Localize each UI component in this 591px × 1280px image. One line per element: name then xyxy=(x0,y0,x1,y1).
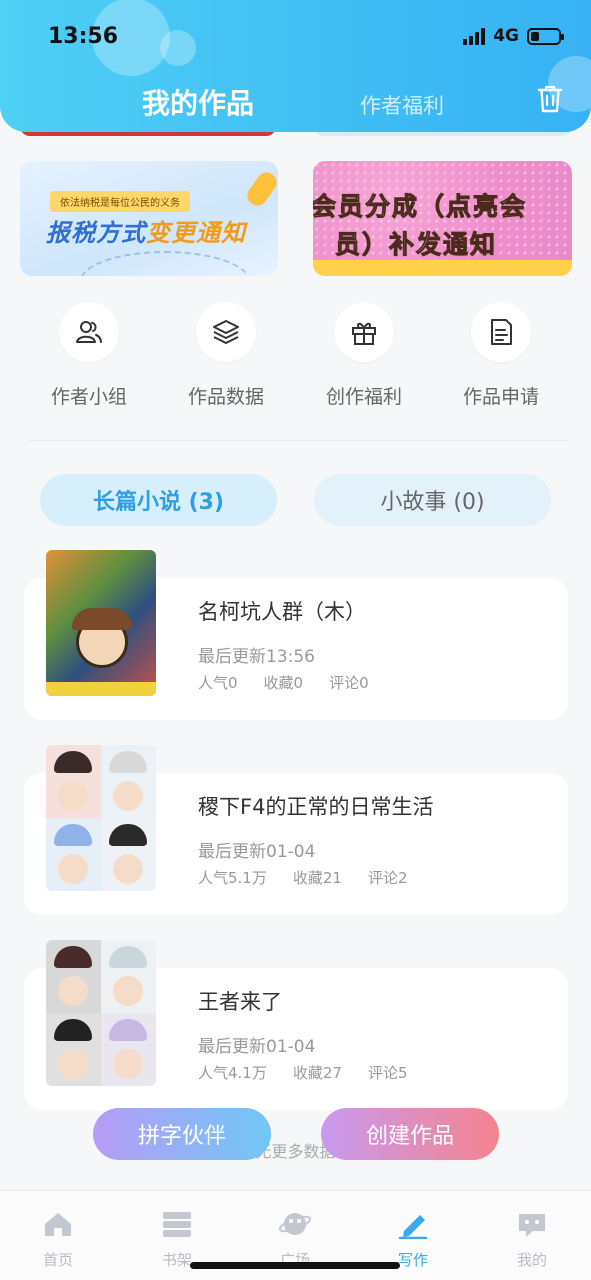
tab-write[interactable]: 写作 xyxy=(373,1209,453,1270)
quick-label: 作品申请 xyxy=(462,386,539,408)
tab-plaza[interactable]: 广场 xyxy=(255,1209,335,1270)
work-cover-image[interactable] xyxy=(46,745,156,891)
work-title: 王者来了 xyxy=(198,990,282,1014)
users-icon xyxy=(76,321,102,343)
decor-bubble xyxy=(160,30,196,66)
status-time: 13:56 xyxy=(48,24,119,49)
coin-icon xyxy=(243,168,278,210)
network-label: 4G xyxy=(493,26,519,46)
banner-tag: 依法纳税是每位公民的义务 xyxy=(50,191,190,212)
quick-works-data[interactable]: 作品数据 xyxy=(166,302,286,409)
segment-long-novel[interactable]: 长篇小说 (3) xyxy=(40,474,277,526)
planet-icon xyxy=(278,1213,312,1235)
work-update-time: 最后更新13:56 xyxy=(198,647,315,667)
work-comments: 评论5 xyxy=(367,1064,408,1082)
partner-button[interactable]: 拼字伙伴 xyxy=(93,1108,271,1160)
no-more-data-text: 无更多数据 xyxy=(255,1142,336,1161)
work-title: 名柯坑人群（木） xyxy=(198,600,366,624)
tab-label: 首页 xyxy=(42,1251,73,1269)
work-stats: 人气0 收藏0 评论0 xyxy=(198,672,395,693)
banner-line-2: 员）补发通知 xyxy=(334,230,498,260)
banner-tax-notice[interactable]: 依法纳税是每位公民的义务 报税方式变更通知 xyxy=(20,161,278,276)
banner-title: 报税方式变更通知 xyxy=(46,219,246,247)
work-stats: 人气4.1万 收藏27 评论5 xyxy=(198,1062,434,1083)
segment-short-story[interactable]: 小故事 (0) xyxy=(314,474,551,526)
divider xyxy=(28,440,568,441)
tab-label: 我的 xyxy=(516,1251,547,1269)
pen-icon xyxy=(398,1215,428,1240)
tab-home[interactable]: 首页 xyxy=(18,1209,98,1270)
work-stats: 人气5.1万 收藏21 评论2 xyxy=(198,867,434,888)
layers-icon xyxy=(213,320,239,344)
banner-line-1: 会员分成（点亮会 xyxy=(313,192,528,222)
quick-label: 创作福利 xyxy=(325,386,402,408)
app-header: 13:56 4G 我的作品 作者福利 xyxy=(0,0,591,132)
bookshelf-icon xyxy=(163,1212,191,1237)
work-favorites: 收藏21 xyxy=(292,869,342,887)
gift-icon xyxy=(352,322,376,345)
trash-icon[interactable] xyxy=(536,84,564,114)
banner-member-notice[interactable]: 会员分成（点亮会 员）补发通知 xyxy=(313,161,572,276)
work-favorites: 收藏0 xyxy=(263,674,304,692)
tab-author-benefits[interactable]: 作者福利 xyxy=(360,90,444,120)
work-comments: 评论0 xyxy=(329,674,369,692)
tab-mine[interactable]: 我的 xyxy=(492,1209,572,1270)
home-indicator xyxy=(190,1262,400,1269)
work-item[interactable]: 名柯坑人群（木） 最后更新13:56 人气0 收藏0 评论0 xyxy=(0,550,591,720)
work-cover-image[interactable] xyxy=(46,550,156,696)
tab-my-works[interactable]: 我的作品 xyxy=(142,82,254,122)
status-icons: 4G xyxy=(463,26,564,46)
work-popularity: 人气5.1万 xyxy=(198,869,267,887)
signal-icon xyxy=(463,27,486,45)
quick-works-apply[interactable]: 作品申请 xyxy=(441,302,561,409)
work-popularity: 人气4.1万 xyxy=(198,1064,267,1082)
work-item[interactable]: 稷下F4的正常的日常生活 最后更新01-04 人气5.1万 收藏21 评论2 xyxy=(0,745,591,915)
quick-label: 作品数据 xyxy=(187,386,264,408)
quick-author-group[interactable]: 作者小组 xyxy=(29,302,149,409)
quick-label: 作者小组 xyxy=(50,386,127,408)
battery-icon xyxy=(527,27,564,45)
work-title: 稷下F4的正常的日常生活 xyxy=(198,795,434,819)
work-item[interactable]: 王者来了 最后更新01-04 人气4.1万 收藏27 评论5 xyxy=(0,940,591,1110)
work-favorites: 收藏27 xyxy=(292,1064,342,1082)
tab-bookshelf[interactable]: 书架 xyxy=(137,1209,217,1270)
work-comments: 评论2 xyxy=(367,869,408,887)
home-icon xyxy=(45,1213,71,1236)
chat-icon xyxy=(519,1214,545,1237)
work-cover-image[interactable] xyxy=(46,940,156,1086)
work-update-time: 最后更新01-04 xyxy=(198,842,316,862)
quick-creation-benefits[interactable]: 创作福利 xyxy=(304,302,424,409)
create-work-button[interactable]: 创建作品 xyxy=(321,1108,499,1160)
work-popularity: 人气0 xyxy=(198,674,238,692)
document-icon xyxy=(491,319,512,345)
work-update-time: 最后更新01-04 xyxy=(198,1037,316,1057)
